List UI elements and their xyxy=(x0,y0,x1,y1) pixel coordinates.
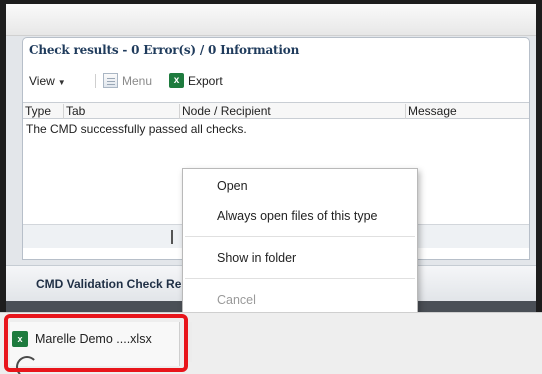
export-label: Export xyxy=(188,73,223,88)
download-context-menu: Open Always open files of this type Show… xyxy=(182,168,418,318)
tab-cmd-validation-check[interactable]: CMD Validation Check Re xyxy=(36,277,181,291)
top-toolbar-strip xyxy=(6,4,536,36)
view-dropdown[interactable]: View ▼ xyxy=(29,74,66,88)
excel-icon: x xyxy=(169,73,184,88)
results-message: The CMD successfully passed all checks. xyxy=(26,122,247,136)
export-button[interactable]: x Export xyxy=(169,73,223,88)
caret-down-icon: ▼ xyxy=(57,78,66,87)
menu-separator xyxy=(185,236,415,237)
menu-item-show-in-folder[interactable]: Show in folder xyxy=(217,251,296,265)
column-header-node-recipient[interactable]: Node / Recipient xyxy=(179,104,405,119)
panel-title: Check results - 0 Error(s) / 0 Informati… xyxy=(29,43,300,57)
column-header-message[interactable]: Message xyxy=(405,104,529,119)
menu-item-cancel: Cancel xyxy=(217,293,256,307)
menu-label: Menu xyxy=(122,73,153,88)
column-header-type[interactable]: Type xyxy=(23,104,63,119)
toolbar-separator xyxy=(95,74,96,88)
menu-item-open[interactable]: Open xyxy=(217,179,248,193)
view-label: View xyxy=(29,74,55,88)
text-cursor-icon xyxy=(171,230,173,244)
menu-item-always-open[interactable]: Always open files of this type xyxy=(217,209,378,223)
highlight-annotation xyxy=(4,314,188,372)
table-header: Type Tab Node / Recipient Message xyxy=(23,102,529,119)
menu-separator xyxy=(185,278,415,279)
menu-button[interactable]: Menu xyxy=(103,73,152,88)
results-toolbar: View ▼ Menu x Export xyxy=(23,68,529,94)
menu-icon xyxy=(103,73,118,88)
column-header-tab[interactable]: Tab xyxy=(63,104,179,119)
